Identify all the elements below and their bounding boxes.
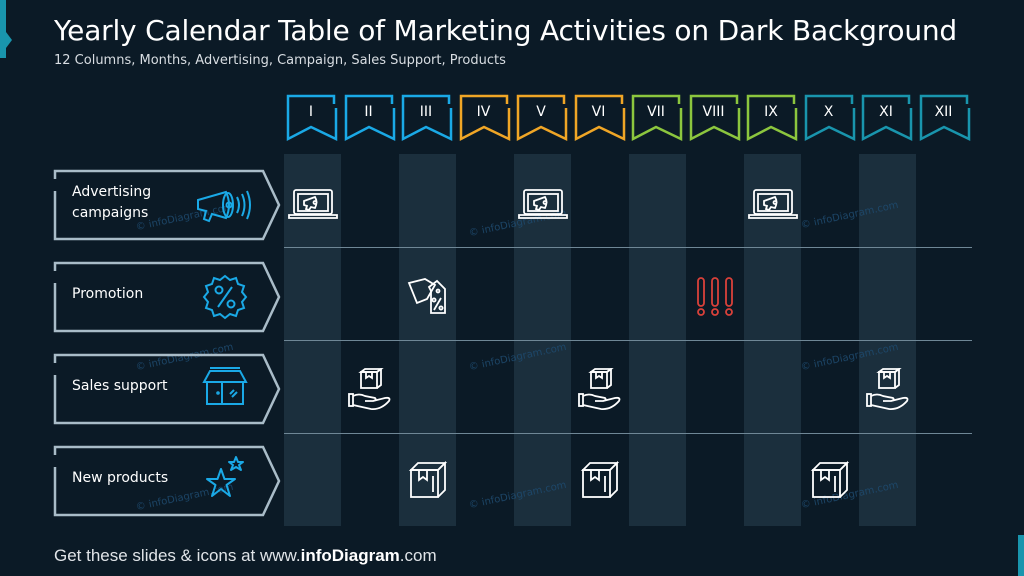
left-accent-arrow: [6, 32, 12, 48]
box-icon: [810, 460, 850, 504]
month-label: VI: [591, 104, 606, 120]
footer-brand: infoDiagram: [300, 546, 400, 565]
row-label-text: Promotion: [72, 286, 144, 302]
month-header-xii: XII: [919, 94, 970, 142]
laptop-megaphone-icon: [287, 188, 339, 224]
month-header-i: I: [286, 94, 338, 142]
month-label: XII: [934, 104, 953, 120]
store-icon: [202, 367, 248, 405]
month-label: IX: [764, 104, 778, 120]
row-label-text: Advertising: [72, 184, 152, 200]
footer-prefix: Get these slides & icons at www.: [54, 546, 301, 565]
laptop-megaphone-icon: [517, 188, 569, 224]
month-label: V: [536, 104, 546, 120]
row-label-text: Sales support: [72, 378, 168, 394]
stars-icon: [206, 456, 244, 497]
price-tags-icon: [407, 277, 449, 321]
month-header-x: X: [804, 94, 855, 142]
footer-credit[interactable]: Get these slides & icons at www.infoDiag…: [54, 546, 437, 566]
row-label-promotion: Promotion: [53, 261, 281, 333]
month-header-iii: III: [401, 94, 453, 142]
hand-box-icon: [347, 367, 393, 416]
box-icon: [408, 460, 448, 504]
row-separator: [284, 247, 972, 248]
row-label-text: campaigns: [72, 205, 149, 221]
row-label-new-products: New products: [53, 445, 281, 517]
month-header-ii: II: [344, 94, 395, 142]
month-header-ix: IX: [746, 94, 798, 142]
month-label: X: [823, 104, 834, 120]
hand-box-icon: [865, 367, 911, 416]
month-header-v: V: [516, 94, 568, 142]
left-accent-bar: [0, 0, 6, 58]
hand-box-icon: [577, 367, 623, 416]
month-header-iv: IV: [459, 94, 510, 142]
month-label: III: [419, 104, 433, 120]
row-label-advertising: Advertising campaigns: [53, 169, 281, 241]
month-header-vi: VI: [574, 94, 625, 142]
footer-suffix: .com: [399, 546, 437, 565]
page-title: Yearly Calendar Table of Marketing Activ…: [54, 14, 957, 47]
page-subtitle: 12 Columns, Months, Advertising, Campaig…: [54, 53, 506, 68]
month-label: I: [308, 104, 314, 120]
month-header-vii: VII: [631, 94, 683, 142]
row-separator: [284, 340, 972, 341]
percent-badge-icon: [202, 274, 248, 320]
megaphone-icon: [197, 190, 251, 223]
month-header-xi: XI: [861, 94, 913, 142]
month-header-viii: VIII: [689, 94, 740, 142]
exclamation-marks-icon: [695, 276, 735, 322]
month-label: XI: [879, 104, 893, 120]
month-label: VII: [647, 104, 665, 120]
month-label: VIII: [702, 104, 725, 120]
row-separator: [284, 433, 972, 434]
month-label: II: [364, 104, 373, 120]
laptop-megaphone-icon: [747, 188, 799, 224]
right-accent-bar: [1018, 535, 1024, 576]
row-label-text: New products: [72, 470, 169, 486]
month-label: IV: [476, 104, 491, 120]
box-icon: [580, 460, 620, 504]
row-label-sales-support: Sales support: [53, 353, 281, 425]
